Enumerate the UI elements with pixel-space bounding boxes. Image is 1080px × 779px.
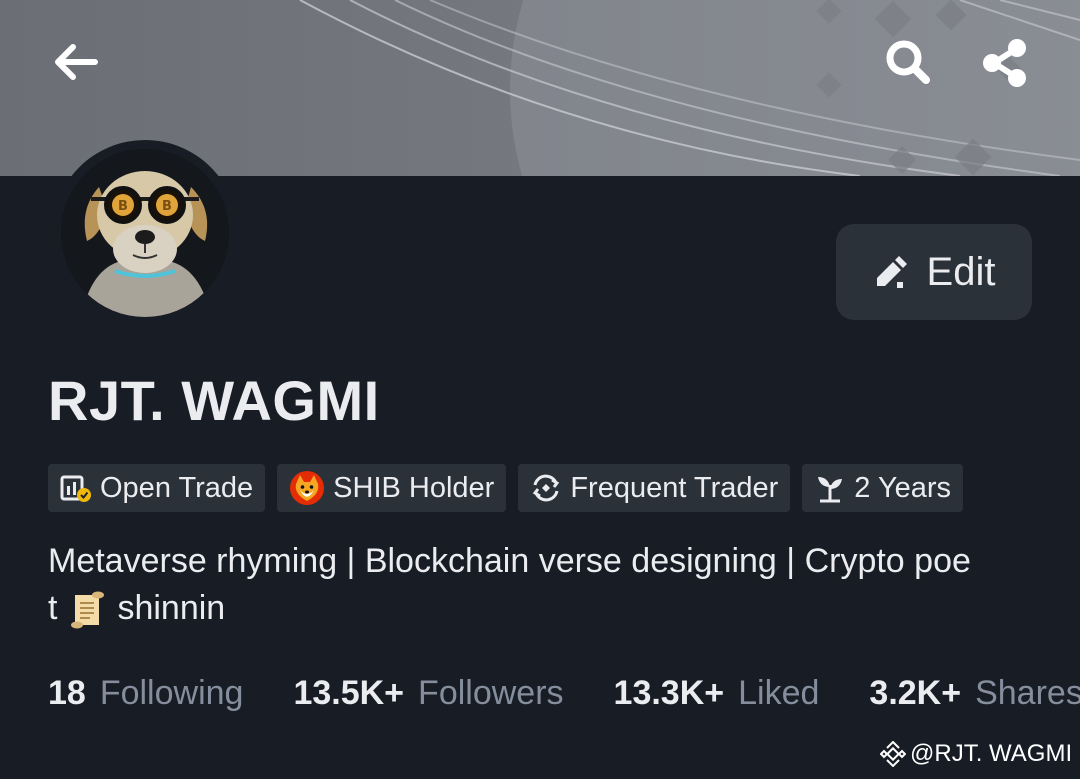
badge-label: Open Trade (100, 471, 254, 504)
badge-frequent-trader[interactable]: Frequent Trader (518, 464, 791, 512)
stat-liked[interactable]: 13.3K+ Liked (614, 674, 820, 713)
badge-label: SHIB Holder (333, 471, 495, 504)
stat-shares[interactable]: 3.2K+ Shares (869, 674, 1080, 713)
avatar-frame: B B (52, 140, 238, 326)
stat-value: 13.5K+ (293, 674, 405, 712)
stat-label: Liked (738, 674, 820, 712)
profile-name: RJT. WAGMI (48, 369, 380, 432)
scroll-emoji-icon (71, 591, 105, 628)
watermark: @RJT. WAGMI (880, 740, 1072, 768)
stat-value: 13.3K+ (613, 674, 725, 712)
stat-label: Following (99, 674, 244, 712)
search-button[interactable] (878, 34, 938, 90)
badge-label: 2 Years (854, 471, 952, 504)
stat-value: 18 (48, 674, 86, 712)
back-button[interactable] (46, 36, 104, 88)
edit-pencil-icon (876, 256, 907, 288)
avatar[interactable]: B B (61, 149, 229, 317)
bio-line-2: t shinnin (48, 585, 1048, 632)
frequent-trader-icon (533, 474, 560, 502)
stat-followers[interactable]: 13.5K+ Followers (293, 674, 563, 713)
binance-logo-icon (880, 741, 906, 767)
shib-token-icon (290, 471, 325, 505)
watermark-text: @RJT. WAGMI (910, 740, 1073, 767)
search-icon (886, 40, 930, 84)
badge-label: Frequent Trader (570, 471, 779, 504)
arrow-left-icon (55, 44, 98, 80)
badge-list: Open Trade SHIB Holder Frequent Trader 2… (48, 464, 964, 512)
profile-stats: 18 Following 13.5K+ Followers 13.3K+ Lik… (48, 674, 1080, 713)
svg-text:B: B (162, 199, 172, 214)
sprout-icon (818, 477, 843, 503)
profile-bio: Metaverse rhyming | Blockchain verse des… (48, 538, 1048, 632)
share-icon (983, 39, 1026, 87)
open-trade-icon (60, 475, 91, 502)
edit-profile-button[interactable]: Edit (836, 224, 1032, 320)
share-button[interactable] (974, 34, 1036, 92)
stat-value: 3.2K+ (869, 674, 962, 712)
badge-shib-holder[interactable]: SHIB Holder (277, 464, 507, 512)
svg-text:B: B (118, 199, 128, 214)
stat-label: Followers (418, 674, 564, 712)
bio-text: shinnin (117, 589, 226, 627)
stat-following[interactable]: 18 Following (48, 674, 243, 713)
badge-years[interactable]: 2 Years (802, 464, 964, 512)
edit-button-label: Edit (926, 249, 996, 294)
stat-label: Shares (975, 674, 1080, 712)
badge-open-trade[interactable]: Open Trade (48, 464, 266, 512)
dog-with-sunglasses-avatar: B B (61, 149, 229, 317)
bio-text: t (48, 589, 58, 627)
bio-line-1: Metaverse rhyming | Blockchain verse des… (48, 542, 971, 580)
